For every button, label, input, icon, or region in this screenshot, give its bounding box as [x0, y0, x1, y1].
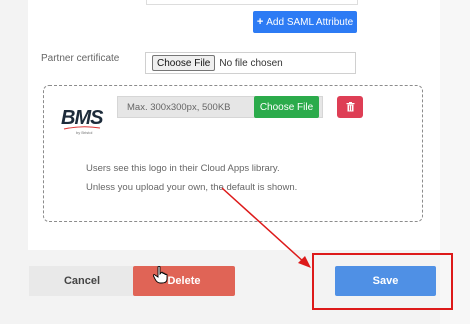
- logo-choose-file-button[interactable]: Choose File: [254, 96, 319, 118]
- save-highlight-box: [312, 253, 453, 310]
- logo-size-hint: Max. 300x300px, 500KB: [127, 102, 231, 113]
- logo-delete-button[interactable]: [337, 96, 363, 118]
- delete-button[interactable]: Delete: [133, 266, 235, 296]
- partner-certificate-file-input[interactable]: Choose File No file chosen: [145, 52, 356, 74]
- hand-cursor-icon: [153, 266, 168, 284]
- plus-icon: +: [256, 16, 264, 28]
- partner-certificate-label: Partner certificate: [41, 53, 120, 64]
- logo-subtext: by Bristol: [76, 130, 93, 135]
- add-saml-attribute-button[interactable]: + Add SAML Attribute: [253, 11, 357, 33]
- add-saml-attribute-label: Add SAML Attribute: [266, 16, 354, 28]
- no-file-chosen-text: No file chosen: [219, 57, 283, 69]
- logo-info-text-2: Unless you upload your own, the default …: [86, 182, 298, 193]
- choose-file-button[interactable]: Choose File: [152, 55, 216, 71]
- trash-icon: [346, 102, 354, 112]
- logo-info-text-1: Users see this logo in their Cloud Apps …: [86, 163, 280, 174]
- cancel-button[interactable]: Cancel: [29, 266, 135, 296]
- app-logo: BMS by Bristol: [58, 106, 103, 136]
- top-input-field[interactable]: [146, 0, 358, 5]
